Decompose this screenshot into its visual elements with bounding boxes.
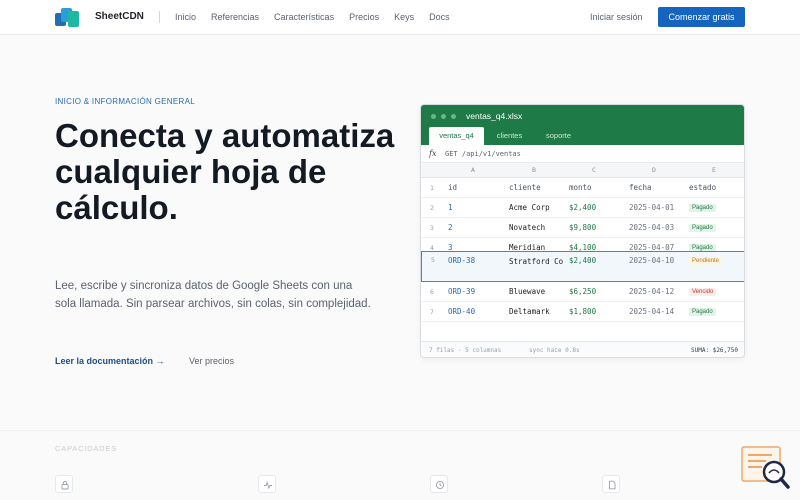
hero-eyebrow: INICIO & INFORMACIÓN GENERAL xyxy=(55,97,195,106)
nav-link-caracteristicas[interactable]: Características xyxy=(274,12,334,22)
lock-icon xyxy=(55,475,73,493)
clock-icon xyxy=(430,475,448,493)
nav-link-referencias[interactable]: Referencias xyxy=(211,12,259,22)
nav-link-docs[interactable]: Docs xyxy=(429,12,450,22)
table-row[interactable]: 3 2 Novatech $9,800 2025-04-03 Pagado xyxy=(421,218,744,238)
sheet-filename: ventas_q4.xlsx xyxy=(466,111,523,121)
header-cell[interactable]: id xyxy=(448,183,457,192)
header-cell[interactable]: cliente xyxy=(509,183,541,192)
cell-date[interactable]: 2025-04-12 xyxy=(629,287,674,296)
cell-date[interactable]: 2025-04-03 xyxy=(629,223,674,232)
fx-icon: fx xyxy=(429,149,437,158)
document-icon xyxy=(602,475,620,493)
sheet-tabs: ventas_q4 clientes soporte xyxy=(421,127,744,145)
col-letter-c: C xyxy=(592,166,596,174)
status-badge: Pagado xyxy=(689,308,716,316)
window-dot-icon xyxy=(441,114,446,119)
capabilities-label: CAPACIDADES xyxy=(55,444,118,453)
row-number: 7 xyxy=(430,308,434,316)
hero-subtitle: Lee, escribe y sincroniza datos de Googl… xyxy=(55,280,371,310)
cell-date[interactable]: 2025-04-01 xyxy=(629,203,674,212)
cell-amount[interactable]: $2,400 xyxy=(569,256,596,265)
nav-divider xyxy=(159,11,160,23)
cell-id[interactable]: 2 xyxy=(448,223,453,232)
cell-client[interactable]: Deltamark xyxy=(509,307,550,316)
cell-amount[interactable]: $6,250 xyxy=(569,287,596,296)
search-document-widget-icon[interactable] xyxy=(740,446,790,490)
table-row[interactable]: 6 ORD-39 Bluewave $6,250 2025-04-12 Venc… xyxy=(421,282,744,302)
status-badge: Vencido xyxy=(689,288,717,296)
table-row: 1 id cliente monto fecha estado xyxy=(421,178,744,198)
cell-id[interactable]: ORD-39 xyxy=(448,287,475,296)
cell-id[interactable]: ORD-40 xyxy=(448,307,475,316)
sum-total: SUMA: $26,750 xyxy=(691,347,738,354)
col-letter-d: D xyxy=(652,166,656,174)
read-docs-link[interactable]: Leer la documentación → xyxy=(55,356,165,366)
formula-bar[interactable]: fx GET /api/v1/ventas xyxy=(421,145,744,163)
cell-amount[interactable]: $9,800 xyxy=(569,223,596,232)
nav-link-keys[interactable]: Keys xyxy=(394,12,414,22)
table-row-selected[interactable]: 5 ORD-38 Stratford Co $2,400 2025-04-10 … xyxy=(421,251,744,282)
cell-date[interactable]: 2025-04-14 xyxy=(629,307,674,316)
cell-client[interactable]: Novatech xyxy=(509,223,545,232)
brand-name[interactable]: SheetCDN xyxy=(95,11,144,22)
column-headers: A B C D E xyxy=(421,163,744,178)
nav-link-precios[interactable]: Precios xyxy=(349,12,379,22)
row-number: 2 xyxy=(430,204,434,212)
status-badge: Pagado xyxy=(689,224,716,232)
table-row[interactable]: 2 1 Acme Corp $2,400 2025-04-01 Pagado xyxy=(421,198,744,218)
sheet-status-bar: 7 filas · 5 columnas sync hace 0.8s SUMA… xyxy=(421,341,744,357)
row-number: 5 xyxy=(431,256,435,264)
status-badge: Pendiente xyxy=(689,257,723,265)
window-dot-icon xyxy=(431,114,436,119)
sync-status: sync hace 0.8s xyxy=(529,347,580,354)
signin-link[interactable]: Iniciar sesión xyxy=(590,12,643,22)
col-letter-e: E xyxy=(712,166,716,174)
spreadsheet-preview: ventas_q4.xlsx ventas_q4 clientes soport… xyxy=(420,104,745,358)
row-number: 1 xyxy=(430,184,434,192)
row-column-count: 7 filas · 5 columnas xyxy=(429,347,502,354)
cell-id[interactable]: ORD-38 xyxy=(448,256,475,265)
cell-amount[interactable]: $1,800 xyxy=(569,307,596,316)
header-cell[interactable]: estado xyxy=(689,183,716,192)
col-letter-b: B xyxy=(532,166,536,174)
tab-clientes[interactable]: clientes xyxy=(487,127,532,145)
window-dot-icon xyxy=(451,114,456,119)
see-pricing-link[interactable]: Ver precios xyxy=(189,356,234,366)
cell-client[interactable]: Acme Corp xyxy=(509,203,550,212)
row-number: 6 xyxy=(430,288,434,296)
logo-icon[interactable] xyxy=(55,6,81,28)
tab-soporte[interactable]: soporte xyxy=(536,127,581,145)
top-nav: SheetCDN Inicio Referencias Característi… xyxy=(0,0,800,35)
cell-id[interactable]: 1 xyxy=(448,203,453,212)
table-row[interactable]: 7 ORD-40 Deltamark $1,800 2025-04-14 Pag… xyxy=(421,302,744,322)
cell-client[interactable]: Bluewave xyxy=(509,287,545,296)
header-cell[interactable]: fecha xyxy=(629,183,652,192)
activity-icon xyxy=(258,475,276,493)
section-divider xyxy=(0,430,800,431)
start-free-button[interactable]: Comenzar gratis xyxy=(658,7,745,27)
status-badge: Pagado xyxy=(689,204,716,212)
col-letter-a: A xyxy=(471,166,475,174)
nav-links: Inicio Referencias Características Preci… xyxy=(175,12,465,22)
cell-amount[interactable]: $2,400 xyxy=(569,203,596,212)
tab-ventas-q4[interactable]: ventas_q4 xyxy=(429,127,484,145)
nav-link-inicio[interactable]: Inicio xyxy=(175,12,196,22)
sheet-titlebar: ventas_q4.xlsx xyxy=(421,105,744,127)
hero-headline: Conecta y automatiza cualquier hoja de c… xyxy=(55,117,395,226)
row-number: 3 xyxy=(430,224,434,232)
formula-value: GET /api/v1/ventas xyxy=(445,150,521,158)
cell-client[interactable]: Stratford Co xyxy=(509,256,564,267)
cell-date[interactable]: 2025-04-10 xyxy=(629,256,674,265)
header-cell[interactable]: monto xyxy=(569,183,592,192)
